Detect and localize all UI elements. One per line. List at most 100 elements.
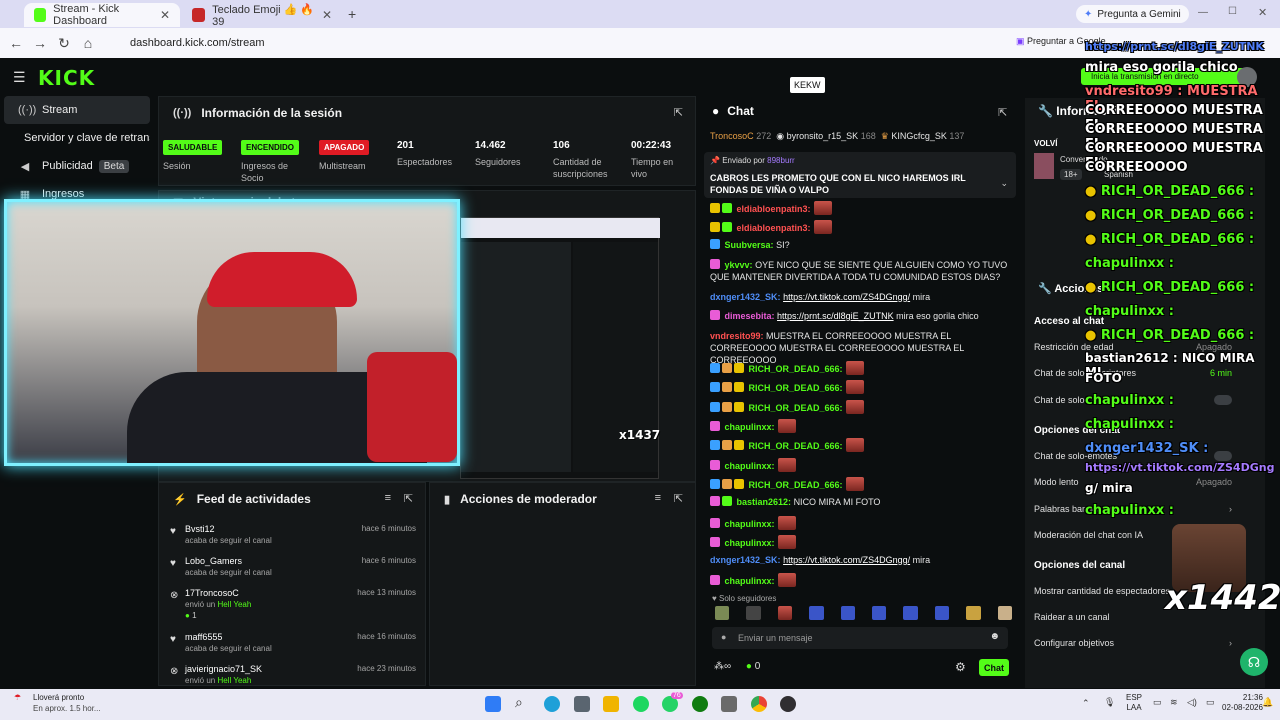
- gifter-name[interactable]: byronsito_r15_SK: [787, 131, 859, 141]
- menu-icon[interactable]: ☰: [13, 69, 26, 86]
- battery-icon[interactable]: ▭: [1206, 697, 1215, 708]
- maximize-icon[interactable]: ☐: [1228, 6, 1237, 17]
- toggle-switch[interactable]: [1214, 451, 1232, 461]
- app-icon[interactable]: [721, 696, 737, 712]
- kick-logo[interactable]: KICK: [38, 66, 95, 90]
- feed-username[interactable]: 17TroncosoC: [185, 588, 239, 598]
- age-restriction-row[interactable]: Restricción de edad Apagado: [1034, 342, 1232, 352]
- xbox-icon[interactable]: [692, 696, 708, 712]
- chat-input[interactable]: ● Enviar un mensaje ☻: [712, 627, 1008, 649]
- chat-username[interactable]: RICH_OR_DEAD_666:: [749, 383, 843, 393]
- chat-username[interactable]: RICH_OR_DEAD_666:: [749, 403, 843, 413]
- chat-username[interactable]: Suubversa:: [725, 240, 774, 250]
- support-headset-icon[interactable]: ☊: [1240, 648, 1268, 676]
- new-tab-icon[interactable]: +: [348, 6, 356, 22]
- stream-preview-video[interactable]: x1437: [460, 217, 660, 479]
- weather-widget[interactable]: ☂ Lloverá pronto En aprox. 1.5 hor...: [14, 692, 101, 713]
- popout-icon[interactable]: ⇱: [674, 492, 683, 505]
- feed-username[interactable]: Bvsti12: [185, 524, 215, 534]
- gifter-name[interactable]: TroncosoC: [710, 131, 754, 141]
- chat-username[interactable]: RICH_OR_DEAD_666:: [749, 480, 843, 490]
- gifter-name[interactable]: KINGcfcg_SK: [891, 131, 947, 141]
- windows-start-icon[interactable]: [485, 696, 501, 712]
- chat-username[interactable]: chapulinxx:: [725, 519, 775, 529]
- send-chat-button[interactable]: Chat: [979, 659, 1009, 676]
- tab-emoji-keyboard[interactable]: Teclado Emoji 👍 🔥 39 ✕: [182, 3, 342, 28]
- forward-icon[interactable]: →: [28, 35, 52, 51]
- close-window-icon[interactable]: ✕: [1258, 6, 1267, 19]
- chrome-icon[interactable]: [751, 696, 767, 712]
- chat-username[interactable]: eldiabloenpatin3:: [737, 204, 811, 214]
- sidebar-item-stream[interactable]: ((·)) Stream: [4, 96, 150, 124]
- chat-username[interactable]: RICH_OR_DEAD_666:: [749, 364, 843, 374]
- feed-username[interactable]: javierignacio71_SK: [185, 664, 262, 674]
- chat-username[interactable]: vndresito99:: [710, 331, 764, 341]
- emote-icon[interactable]: [997, 606, 1013, 620]
- obs-icon[interactable]: [780, 696, 796, 712]
- slow-mode-row[interactable]: Modo lento Apagado: [1034, 477, 1232, 487]
- toggle-switch[interactable]: [1214, 395, 1232, 405]
- users-icon[interactable]: ⁂∞: [714, 661, 731, 672]
- back-icon[interactable]: ←: [4, 35, 28, 51]
- filter-icon[interactable]: ≡: [655, 492, 661, 504]
- start-stream-button[interactable]: Inicia la transmisión en directo: [1081, 68, 1251, 85]
- chat-username[interactable]: dimesebita:: [725, 311, 775, 321]
- chat-username[interactable]: chapulinxx:: [725, 538, 775, 548]
- chat-username[interactable]: dxnger1432_SK:: [710, 555, 781, 565]
- emote-only-row[interactable]: Chat de solo-emotes: [1034, 451, 1232, 461]
- emote-icon[interactable]: [903, 606, 918, 620]
- chat-link[interactable]: https://prnt.sc/dl8giE_ZUTNK: [777, 311, 894, 321]
- sidebar-item-server-key[interactable]: Servidor y clave de retransmisión: [4, 124, 150, 152]
- emoji-icon[interactable]: ☻: [989, 631, 1000, 642]
- sidebar-item-ads[interactable]: ◀ Publicidad Beta: [4, 152, 150, 180]
- chat-username[interactable]: chapulinxx:: [725, 422, 775, 432]
- emote-icon[interactable]: [934, 606, 950, 620]
- chat-username[interactable]: eldiabloenpatin3:: [737, 223, 811, 233]
- edge-icon[interactable]: [544, 696, 560, 712]
- popout-icon[interactable]: ⇱: [404, 492, 413, 505]
- gemini-button[interactable]: ✦ Pregunta a Gemini: [1076, 5, 1189, 23]
- search-icon[interactable]: ⌕: [515, 694, 531, 710]
- gear-icon[interactable]: ⚙: [955, 660, 966, 674]
- popout-icon[interactable]: ⇱: [998, 106, 1007, 119]
- close-tab-icon[interactable]: ✕: [160, 8, 170, 22]
- tray-chevron-icon[interactable]: ⌃: [1082, 698, 1090, 709]
- close-tab-icon[interactable]: ✕: [322, 8, 332, 22]
- chat-username[interactable]: RICH_OR_DEAD_666:: [749, 441, 843, 451]
- banned-words-row[interactable]: Palabras banneadas ›: [1034, 504, 1232, 514]
- store-icon[interactable]: [574, 696, 590, 712]
- wifi-icon[interactable]: ≋: [1170, 697, 1178, 708]
- followers-only-row[interactable]: Chat de solo-: [1034, 395, 1232, 405]
- folder-icon[interactable]: [603, 696, 619, 712]
- subs-only-row[interactable]: Chat de solo-suscriptores 6 min: [1034, 368, 1232, 378]
- notifications-icon[interactable]: 🔔: [1262, 697, 1273, 708]
- chat-username[interactable]: ykvvv:: [725, 260, 753, 270]
- chat-link[interactable]: https://vt.tiktok.com/ZS4DGngg/: [783, 292, 910, 302]
- minimize-icon[interactable]: —: [1198, 7, 1208, 18]
- goals-row[interactable]: Configurar objetivos ›: [1034, 638, 1232, 648]
- avatar[interactable]: [1237, 67, 1257, 87]
- reload-icon[interactable]: ↻: [52, 35, 76, 52]
- spotify-icon[interactable]: [633, 696, 649, 712]
- chevron-down-icon[interactable]: ⌄: [1000, 178, 1008, 189]
- emote-icon[interactable]: [872, 606, 887, 620]
- popout-icon[interactable]: ⇱: [674, 106, 683, 119]
- emote-icon[interactable]: [746, 606, 761, 620]
- tab-kick-dashboard[interactable]: Stream - Kick Dashboard ✕: [24, 3, 180, 27]
- mic-icon[interactable]: 🎙: [1104, 697, 1115, 708]
- chat-username[interactable]: chapulinxx:: [725, 576, 775, 586]
- clock[interactable]: 21:36 02-08-2026: [1222, 693, 1263, 713]
- emote-icon[interactable]: [840, 606, 856, 620]
- chat-username[interactable]: chapulinxx:: [725, 461, 775, 471]
- feed-username[interactable]: maff6555: [185, 632, 222, 642]
- volume-icon[interactable]: ◁): [1187, 697, 1197, 708]
- pinned-message[interactable]: 📌 Enviado por 898burr CABROS LES PROMETO…: [704, 152, 1016, 198]
- home-icon[interactable]: ⌂: [76, 35, 100, 51]
- emote-icon[interactable]: [777, 606, 793, 620]
- monitor-icon[interactable]: ▭: [1153, 697, 1162, 708]
- filter-icon[interactable]: ≡: [385, 492, 391, 504]
- ask-google-button[interactable]: ▣ Preguntar a Google: [1016, 36, 1106, 47]
- emote-icon[interactable]: [966, 606, 981, 620]
- language-indicator[interactable]: ESP LAA: [1126, 693, 1142, 713]
- chat-username[interactable]: dxnger1432_SK:: [710, 292, 781, 302]
